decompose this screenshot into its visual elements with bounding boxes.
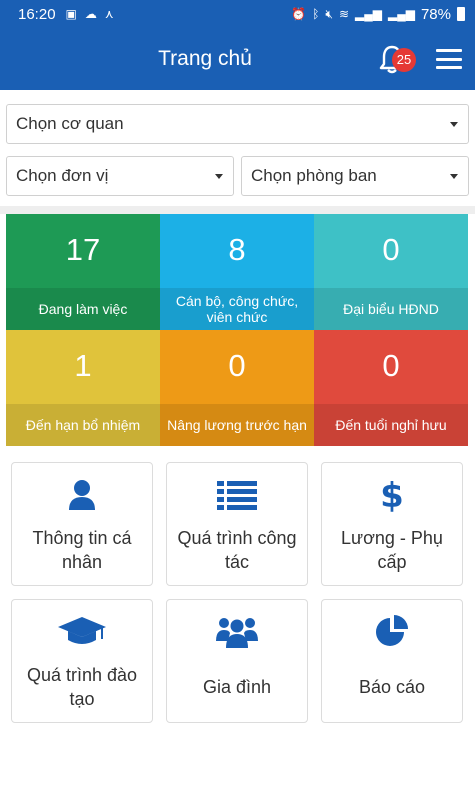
menu-card-label: Quá trình công tác [177, 528, 297, 572]
menu-card-work-history[interactable]: Quá trình công tác [166, 462, 308, 586]
signal-2-icon: ▂▄▆ [388, 7, 415, 21]
menu-card-training[interactable]: Quá trình đào tạo [11, 599, 153, 723]
menu-card-label: Thông tin cá nhân [32, 528, 132, 572]
cloud-icon: ☁ [84, 7, 97, 21]
svg-text:$: $ [380, 476, 404, 514]
menu-card-label: Lương - Phụ cấp [341, 528, 443, 572]
stat-tile-early-raise[interactable]: 0 Nâng lương trước hạn [160, 330, 314, 446]
department-select[interactable]: Chọn phòng ban [241, 156, 469, 196]
menu-card-label: Báo cáo [358, 677, 426, 697]
list-icon [167, 477, 307, 513]
menu-line [436, 57, 462, 61]
stat-value: 8 [228, 232, 246, 267]
menu-card-label: Quá trình đào tạo [26, 665, 138, 709]
stat-value: 0 [382, 348, 400, 383]
status-right-icons: ⏰ ᛒ 🔇︎ ≋ ▂▄▆ ▂▄▆ 78% [291, 6, 465, 23]
chevron-down-icon [215, 174, 223, 179]
stat-tile-working[interactable]: 17 Đang làm việc [6, 214, 160, 330]
stat-tile-council[interactable]: 0 Đại biểu HĐND [314, 214, 468, 330]
alarm-icon: ⏰ [291, 7, 307, 21]
divider-band [0, 206, 475, 214]
page-title: Trang chủ [158, 47, 252, 70]
stat-label: Cán bộ, công chức, viên chức [160, 288, 314, 330]
signal-app-icon: ⋏ [104, 7, 114, 21]
agency-select[interactable]: Chọn cơ quan [6, 104, 469, 144]
stat-label: Đến tuổi nghỉ hưu [314, 404, 468, 446]
menu-card-label: Gia đình [202, 677, 272, 697]
menu-card-personal-info[interactable]: Thông tin cá nhân [11, 462, 153, 586]
dollar-icon: $ [322, 476, 462, 514]
menu-line [436, 49, 462, 52]
notification-badge[interactable]: 25 [392, 48, 416, 72]
signal-icon: ▂▄▆ [355, 7, 382, 21]
stat-label: Đến hạn bổ nhiệm [6, 404, 160, 446]
stat-label: Nâng lương trước hạn [160, 404, 314, 446]
user-icon [12, 477, 152, 513]
image-icon: ▣ [65, 7, 77, 21]
menu-card-salary[interactable]: $ Lương - Phụ cấp [321, 462, 463, 586]
unit-select-label: Chọn đơn vị [16, 166, 109, 185]
chevron-down-icon [450, 174, 458, 179]
users-icon [167, 614, 307, 650]
unit-select[interactable]: Chọn đơn vị [6, 156, 234, 196]
stat-label: Đại biểu HĐND [314, 288, 468, 330]
status-bar: 16:20 ▣ ☁ ⋏ ⏰ ᛒ 🔇︎ ≋ ▂▄▆ ▂▄▆ 78% [0, 0, 475, 28]
status-time: 16:20 [18, 5, 56, 23]
stat-value: 17 [65, 232, 101, 267]
mute-icon: 🔇︎ [325, 6, 333, 21]
app-bar: Trang chủ 25 [0, 28, 475, 90]
stat-value: 0 [382, 232, 400, 267]
agency-select-label: Chọn cơ quan [16, 114, 124, 133]
stat-value: 1 [74, 348, 92, 383]
bluetooth-icon: ᛒ [312, 7, 320, 21]
stat-tile-staff[interactable]: 8 Cán bộ, công chức, viên chức [160, 214, 314, 330]
stat-tile-retirement[interactable]: 0 Đến tuổi nghỉ hưu [314, 330, 468, 446]
menu-card-reports[interactable]: Báo cáo [321, 599, 463, 723]
wifi-icon: ≋ [338, 7, 350, 21]
pie-chart-icon [322, 614, 462, 650]
stat-label: Đang làm việc [6, 288, 160, 330]
stat-tile-appointment[interactable]: 1 Đến hạn bổ nhiệm [6, 330, 160, 446]
menu-card-family[interactable]: Gia đình [166, 599, 308, 723]
menu-icon[interactable] [436, 49, 462, 69]
battery-icon [457, 7, 465, 21]
chevron-down-icon [450, 122, 458, 127]
graduation-cap-icon [12, 614, 152, 650]
menu-line [436, 66, 462, 69]
status-left-icons: ▣ ☁ ⋏ [66, 7, 114, 21]
stat-value: 0 [228, 348, 246, 383]
battery-level: 78% [420, 5, 451, 23]
department-select-label: Chọn phòng ban [251, 166, 377, 185]
stats-grid: 17 Đang làm việc 8 Cán bộ, công chức, vi… [6, 214, 468, 446]
